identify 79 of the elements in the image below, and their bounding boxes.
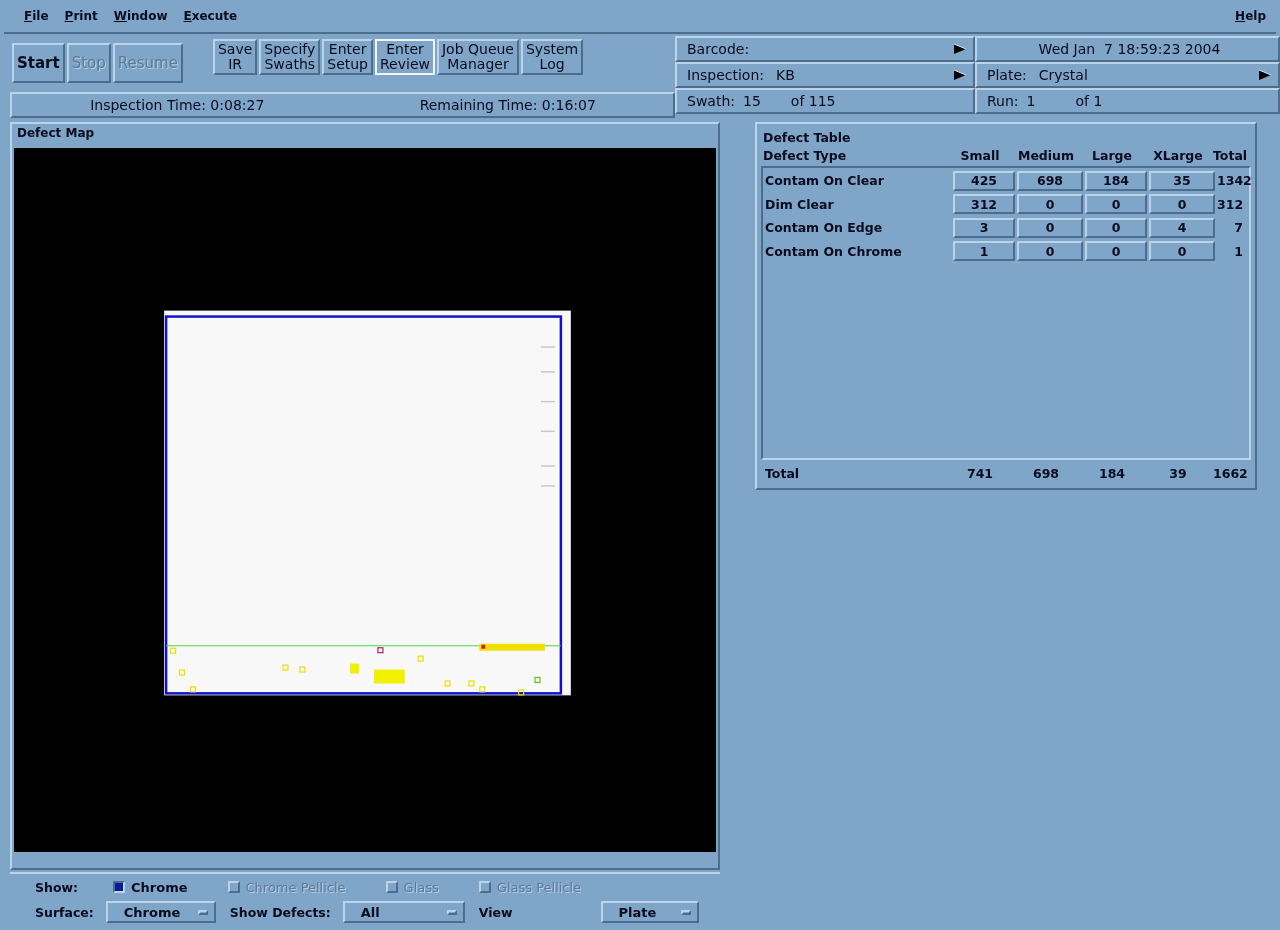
total-value: 698 xyxy=(1031,465,1061,481)
column-header: Large xyxy=(1091,147,1133,163)
count-cell[interactable]: 0 xyxy=(1085,241,1147,262)
dropdown-icon xyxy=(197,909,208,915)
menu-item[interactable]: Window xyxy=(113,9,168,23)
dropdown-label: Surface: xyxy=(35,904,94,920)
run-label: Run: xyxy=(987,93,1019,109)
total-value: 184 xyxy=(1097,465,1127,481)
column-header: Total xyxy=(1213,147,1249,163)
defect-type: Contam On Clear xyxy=(765,173,885,189)
count-cell[interactable]: 425 xyxy=(953,170,1015,191)
column-header: Medium xyxy=(1016,147,1076,163)
dropdown-icon xyxy=(446,909,457,915)
barcode-label: Barcode: xyxy=(687,41,750,57)
total-value: 1662 xyxy=(1213,465,1249,481)
dropdown[interactable]: Plate xyxy=(600,901,699,923)
dropdown-label: View xyxy=(478,904,513,920)
swath-value: 15 xyxy=(743,93,761,109)
remaining-time: Remaining Time: 0:16:07 xyxy=(418,97,597,113)
run-total: of 1 xyxy=(1075,93,1103,109)
count-cell[interactable]: 4 xyxy=(1149,217,1215,238)
plate-value: Crystal xyxy=(1038,67,1088,83)
total-cell-text: 1 xyxy=(1233,243,1244,259)
swath-total: of 115 xyxy=(790,93,836,109)
count-cell[interactable]: 0 xyxy=(1017,194,1083,215)
count-cell[interactable]: 0 xyxy=(1085,217,1147,238)
defect-type: Contam On Chrome xyxy=(765,243,903,259)
toolbar-button[interactable]: Enter Review xyxy=(375,39,435,75)
defect-type: Dim Clear xyxy=(765,196,835,212)
total-cell-text: 7 xyxy=(1233,220,1244,236)
checkbox-label[interactable]: Chrome xyxy=(131,879,188,895)
dropdown-label: Show Defects: xyxy=(229,904,331,920)
defect-type: Contam On Edge xyxy=(765,220,884,236)
toolbar-button[interactable]: Save IR xyxy=(212,39,258,75)
count-cell[interactable]: 184 xyxy=(1085,170,1147,191)
swath-label: Swath: xyxy=(687,93,735,109)
count-cell[interactable]: 3 xyxy=(953,217,1015,238)
column-header: Small xyxy=(959,147,1001,163)
column-header: XLarge xyxy=(1152,147,1204,163)
arrow-icon[interactable] xyxy=(953,43,967,55)
menu-item[interactable]: Help xyxy=(1235,9,1266,23)
toolbar-button[interactable]: System Log xyxy=(521,39,584,75)
run-value: 1 xyxy=(1026,93,1036,109)
count-cell[interactable]: 0 xyxy=(1085,194,1147,215)
inspection-label: Inspection: xyxy=(687,67,765,83)
count-cell[interactable]: 0 xyxy=(1017,241,1083,262)
arrow-icon[interactable] xyxy=(953,69,967,81)
panel-title: Defect Map xyxy=(16,125,96,142)
total-label: Total xyxy=(764,465,801,481)
toolbar-button[interactable]: Start xyxy=(12,43,65,83)
count-cell[interactable]: 312 xyxy=(953,194,1015,215)
total-value: 741 xyxy=(965,465,995,481)
checkbox[interactable] xyxy=(113,881,125,893)
dropdown[interactable]: Chrome xyxy=(105,901,216,923)
dropdown-icon xyxy=(680,909,691,915)
count-cell[interactable]: 0 xyxy=(1149,241,1215,262)
menu-item[interactable]: File xyxy=(24,9,49,23)
column-header: Defect Type xyxy=(762,147,848,163)
inspection-time: Inspection Time: 0:08:27 xyxy=(89,97,266,113)
dropdown[interactable]: All xyxy=(342,901,465,923)
count-cell[interactable]: 698 xyxy=(1017,170,1083,191)
count-cell[interactable]: 1 xyxy=(953,241,1015,262)
total-cell-text: 1342 xyxy=(1217,173,1253,189)
table-title: Defect Table xyxy=(762,129,852,145)
inspection-value: KB xyxy=(776,67,795,83)
arrow-icon[interactable] xyxy=(1258,69,1272,81)
menu-item[interactable]: Print xyxy=(64,9,98,23)
toolbar-button[interactable]: Enter Setup xyxy=(322,39,373,75)
count-cell[interactable]: 35 xyxy=(1149,170,1215,191)
count-cell[interactable]: 0 xyxy=(1149,194,1215,215)
show-label: Show: xyxy=(35,879,80,895)
date-time: Wed Jan 7 18:59:23 2004 xyxy=(1038,41,1221,57)
toolbar-button[interactable]: Job Queue Manager xyxy=(436,39,519,75)
total-value: 39 xyxy=(1168,465,1188,481)
total-cell-text: 312 xyxy=(1217,196,1245,212)
menu-item[interactable]: Execute xyxy=(183,9,238,23)
count-cell[interactable]: 0 xyxy=(1017,217,1083,238)
toolbar-button[interactable]: Specify Swaths xyxy=(259,39,321,75)
plate-label: Plate: xyxy=(987,67,1027,83)
